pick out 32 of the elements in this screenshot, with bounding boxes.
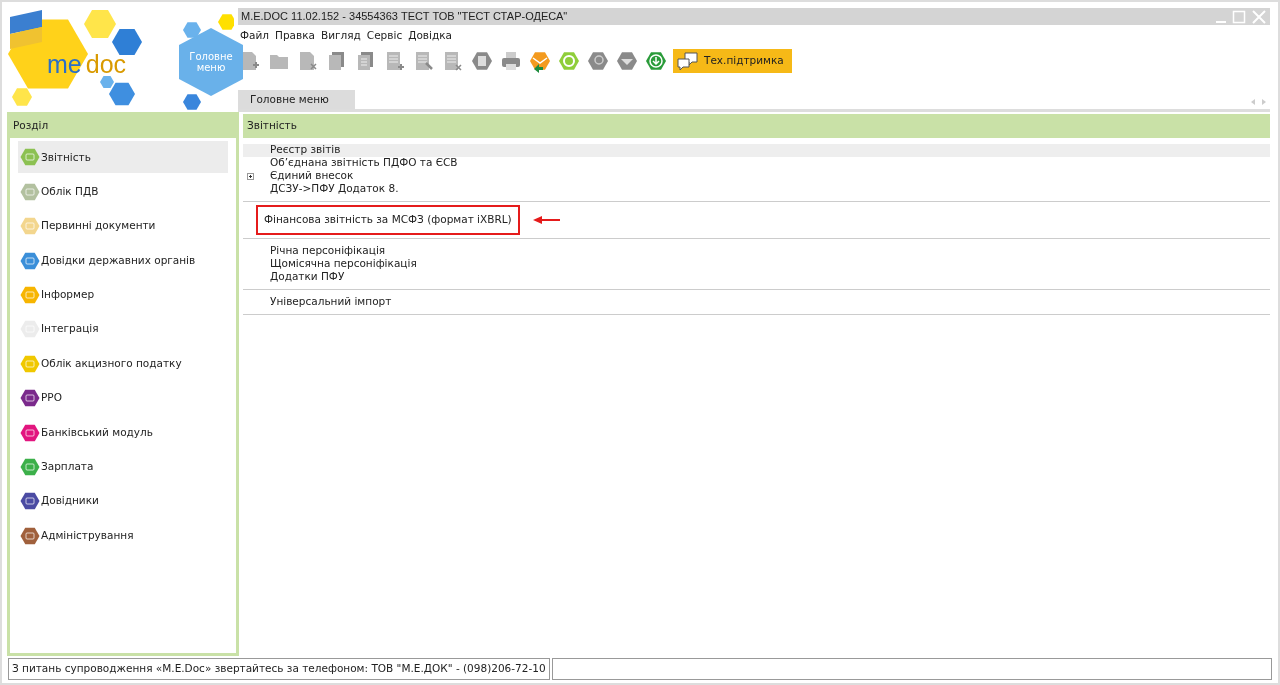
menu-item[interactable]: Файл — [240, 28, 269, 45]
sidebar-title: Розділ — [10, 112, 236, 138]
report-item[interactable]: Щомісячна персоніфікація — [270, 256, 417, 272]
sidebar-item[interactable]: Інформер — [18, 278, 228, 311]
section-title: Звітність — [243, 114, 1270, 138]
tab[interactable]: Головне меню — [238, 90, 355, 109]
menu-item[interactable]: Довідка — [408, 28, 452, 45]
expand-icon[interactable] — [247, 172, 254, 180]
window-title: M.E.DOC 11.02.152 - 34554363 ТЕСТ ТОВ "ТЕСТ СТАР-ОДЕСА" — [241, 9, 569, 25]
sidebar-item[interactable]: Довідки державних органів — [18, 244, 228, 277]
menu-item[interactable]: Сервіс — [366, 28, 403, 45]
logo-text: me doc — [47, 52, 127, 77]
sidebar-item[interactable]: Первинні документи — [18, 210, 228, 243]
sidebar-item[interactable]: Звітність — [18, 141, 228, 174]
report-item[interactable]: Річна персоніфікація — [270, 243, 386, 259]
menu-item[interactable]: Вигляд — [321, 28, 361, 45]
sidebar-item[interactable]: Адміністрування — [18, 519, 228, 552]
sidebar-item[interactable]: Довідники — [18, 485, 228, 518]
report-item[interactable]: Фінансова звітність за МСФЗ (формат iXBRL) — [264, 212, 512, 225]
status-text: З питань супроводження «M.E.Doc» звертайтесь за телефоном: ТОВ "М.Е.ДОК" - (098)206-72-10 — [8, 658, 550, 680]
sidebar-item[interactable]: Облік ПДВ — [18, 175, 228, 208]
chat-icon — [677, 50, 699, 71]
report-item[interactable]: Універсальний імпорт — [270, 294, 392, 310]
menu-item[interactable]: Правка — [275, 28, 315, 45]
sidebar-item[interactable]: Облік акцизного податку — [18, 347, 228, 380]
sidebar-item[interactable]: Банківський модуль — [18, 416, 228, 449]
sidebar-item[interactable]: Зарплата — [18, 450, 228, 483]
support-button[interactable]: Тех.підтримка — [673, 48, 792, 73]
sidebar-item[interactable]: Інтеграція — [18, 313, 228, 346]
sidebar-item[interactable]: РРО — [18, 382, 228, 415]
arrow-icon — [531, 214, 562, 225]
report-item[interactable]: Додатки ПФУ — [270, 269, 345, 285]
